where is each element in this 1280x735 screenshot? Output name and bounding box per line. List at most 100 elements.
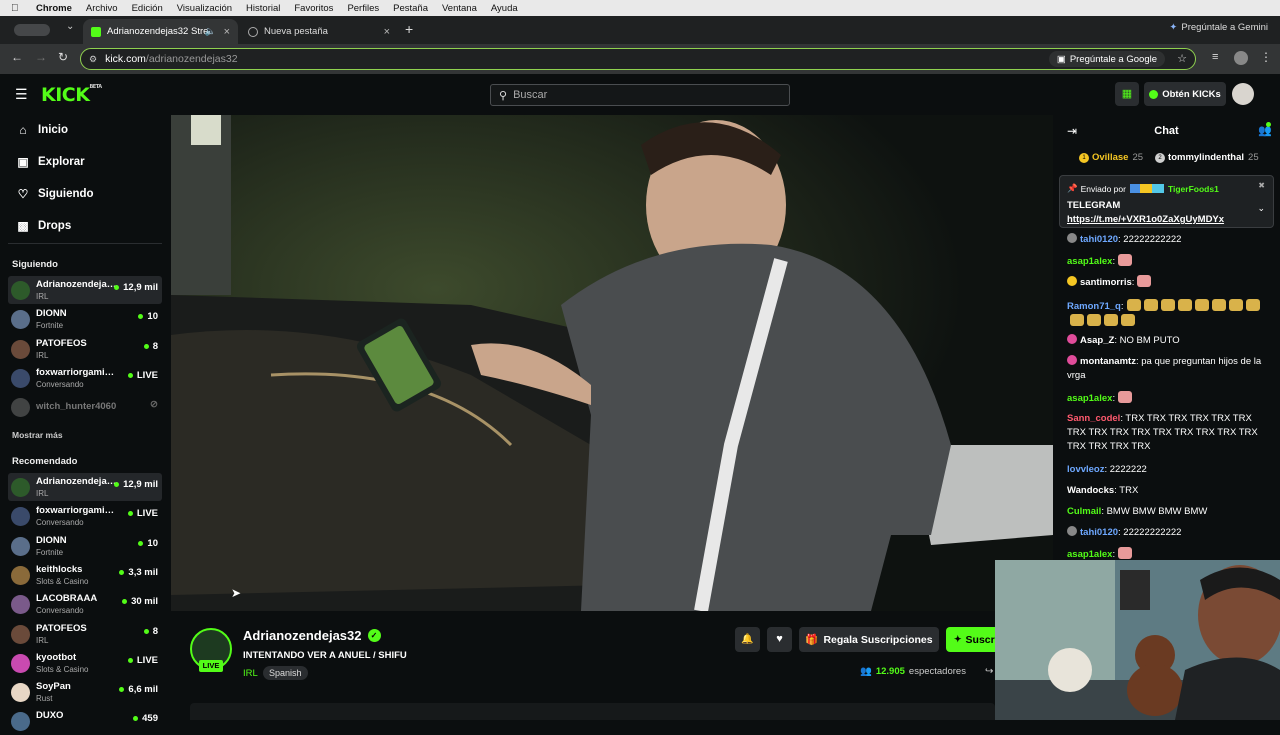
language-tag[interactable]: Spanish [263, 666, 308, 680]
sidebar-channel[interactable]: DIONN Fortnite 10 [8, 532, 162, 560]
chat-username[interactable]: asap1alex [1067, 256, 1112, 267]
chat-username[interactable]: asap1alex [1067, 549, 1112, 560]
expand-pinned-icon[interactable]: ⌄ [1257, 203, 1265, 214]
live-dot-icon [133, 716, 139, 722]
pinned-link[interactable]: https://t.me/+VXR1o0ZaXgUyMDYx [1067, 214, 1224, 225]
chat-message[interactable]: tahi0120: 22222222222 [1067, 233, 1267, 247]
new-tab-plus-icon[interactable]: + [405, 21, 413, 37]
menu-chrome[interactable]: Chrome [36, 3, 72, 14]
chat-message[interactable]: lovvleoz: 2222222 [1067, 463, 1267, 477]
forward-icon[interactable]: → [35, 50, 47, 64]
streamer-name[interactable]: Adrianozendejas32 ✓ [243, 628, 381, 643]
close-tab-icon[interactable]: × [224, 26, 230, 38]
tab-search-icon[interactable]: ⌄ [66, 21, 74, 32]
sidebar-channel[interactable]: SoyPan Rust 6,6 mil [8, 678, 162, 706]
sidebar-channel[interactable]: DIONN Fortnite 10 [8, 305, 162, 333]
nav-inicio[interactable]: ⌂ Inicio [16, 120, 68, 140]
show-more-link[interactable]: Mostrar más [12, 430, 63, 440]
kicks-coin-icon [1149, 89, 1159, 99]
store-icon[interactable]: ▦ [1115, 82, 1139, 106]
hamburger-menu-icon[interactable]: ☰ [15, 86, 28, 103]
gemini-button[interactable]: ✦ Pregúntale a Gemini [1169, 22, 1268, 33]
sidebar-channel[interactable]: witch_hunter4060 ⊘ [8, 393, 162, 421]
kick-logo[interactable]: KICKBETA [41, 84, 102, 106]
chrome-menu-icon[interactable]: ⋮ [1260, 50, 1272, 64]
menu-perfiles[interactable]: Perfiles [347, 3, 379, 14]
sidebar-channel[interactable]: PATOFEOS IRL 8 [8, 620, 162, 648]
profile-avatar-icon[interactable] [1234, 51, 1248, 65]
live-dot-icon [114, 285, 120, 290]
unpin-icon[interactable]: ✖ [1258, 181, 1265, 190]
search-input[interactable]: ⚲ Buscar [490, 84, 790, 106]
chat-message[interactable]: asap1alex: [1067, 391, 1267, 406]
notifications-button[interactable]: 🔔 [735, 627, 760, 652]
tab-new-tab[interactable]: Nueva pestaña × [240, 19, 398, 44]
nav-siguiendo[interactable]: ♡ Siguiendo [16, 184, 94, 204]
chat-username[interactable]: Culmail [1067, 506, 1101, 517]
sidebar-channel[interactable]: foxwarriorgaming4 Conversando LIVE [8, 502, 162, 530]
pinned-message[interactable]: 📌 Enviado por TigerFoods1 TELEGRAM https… [1059, 175, 1274, 228]
sidebar-channel[interactable]: foxwarriorgaming4 Conversando LIVE [8, 364, 162, 392]
back-icon[interactable]: ← [11, 50, 23, 64]
chat-username[interactable]: asap1alex [1067, 393, 1112, 404]
sidebar-channel[interactable]: Adrianozendejas32 IRL 12,9 mil [8, 276, 162, 304]
chat-username[interactable]: tahi0120 [1080, 527, 1118, 538]
menu-visualizacion[interactable]: Visualización [177, 3, 232, 14]
sidebar-channel[interactable]: DUXO 459 [8, 707, 162, 735]
reload-icon[interactable]: ↻ [58, 50, 68, 64]
gift-subs-button[interactable]: 🎁 Regala Suscripciones [799, 627, 939, 652]
live-badge: LIVE [199, 660, 223, 672]
close-tab-icon[interactable]: × [384, 26, 390, 38]
chat-username[interactable]: montanamtz [1080, 356, 1136, 367]
menu-ventana[interactable]: Ventana [442, 3, 477, 14]
sidebar-channel[interactable]: PATOFEOS IRL 8 [8, 335, 162, 363]
category-link[interactable]: IRL [243, 668, 258, 679]
chat-message[interactable]: Sann_codel: TRX TRX TRX TRX TRX TRX TRX … [1067, 412, 1267, 454]
follow-button[interactable]: ♥ [767, 627, 792, 652]
chat-username[interactable]: lovvleoz [1067, 464, 1105, 475]
chat-username[interactable]: Ramon71_q [1067, 301, 1121, 312]
get-kicks-button[interactable]: Obtén KICKs [1144, 82, 1226, 106]
live-dot-icon [143, 628, 149, 634]
tab-title: Adrianozendejas32 Strea [107, 26, 207, 37]
chat-username[interactable]: tahi0120 [1080, 234, 1118, 245]
chat-message[interactable]: Wandocks: TRX [1067, 484, 1267, 498]
chat-text: : TRX [1114, 485, 1139, 496]
apple-icon[interactable]:  [11, 3, 25, 14]
sidebar-toggle-icon[interactable] [14, 24, 50, 36]
chat-username[interactable]: santimorris [1080, 277, 1132, 288]
sidebar-channel[interactable]: Adrianozendejas32 IRL 12,9 mil [8, 473, 162, 501]
chat-username[interactable]: Asap_Z [1080, 335, 1114, 346]
chat-message[interactable]: montanamtz: pa que preguntan hijos de la… [1067, 355, 1267, 383]
share-icon[interactable]: ↪ [985, 666, 993, 677]
reading-list-icon[interactable]: ≡ [1212, 51, 1218, 63]
ask-google-button[interactable]: ▣ Pregúntale a Google [1048, 51, 1165, 67]
user-avatar[interactable] [1232, 83, 1254, 105]
chat-message[interactable]: Asap_Z: NO BM PUTO [1067, 334, 1267, 348]
menu-edicion[interactable]: Edición [132, 3, 163, 14]
chat-message[interactable]: Ramon71_q: [1067, 299, 1267, 329]
site-info-icon[interactable]: ⚙ [89, 54, 97, 65]
chat-message[interactable]: tahi0120: 22222222222 [1067, 526, 1267, 540]
address-bar[interactable]: ⚙ kick.com/adrianozendejas32 ▣ Pregúntal… [80, 48, 1196, 70]
chat-username[interactable]: Sann_codel [1067, 413, 1120, 424]
chat-username[interactable]: Wandocks [1067, 485, 1114, 496]
menu-archivo[interactable]: Archivo [86, 3, 118, 14]
menu-pestana[interactable]: Pestaña [393, 3, 428, 14]
chat-message[interactable]: Culmail: BMW BMW BMW BMW [1067, 505, 1267, 519]
chat-message[interactable]: santimorris: [1067, 275, 1267, 290]
menu-ayuda[interactable]: Ayuda [491, 3, 518, 14]
tab-kick-stream[interactable]: Adrianozendejas32 Strea 🔈 × [83, 19, 238, 44]
menu-historial[interactable]: Historial [246, 3, 280, 14]
chat-message[interactable]: asap1alex: [1067, 254, 1267, 269]
sidebar-channel[interactable]: kyootbot Slots & Casino LIVE [8, 649, 162, 677]
video-player[interactable] [171, 115, 1053, 611]
bell-icon: 🔔 [741, 634, 754, 645]
menu-favoritos[interactable]: Favoritos [294, 3, 333, 14]
nav-explorar[interactable]: ▣ Explorar [16, 152, 84, 172]
audio-icon[interactable]: 🔈 [205, 26, 216, 37]
nav-drops[interactable]: ▩ Drops [16, 216, 71, 236]
sidebar-channel[interactable]: LACOBRAAA Conversando 30 mil [8, 590, 162, 618]
sidebar-channel[interactable]: keithlocks Slots & Casino 3,3 mil [8, 561, 162, 589]
bookmark-star-icon[interactable]: ☆ [1177, 52, 1187, 65]
